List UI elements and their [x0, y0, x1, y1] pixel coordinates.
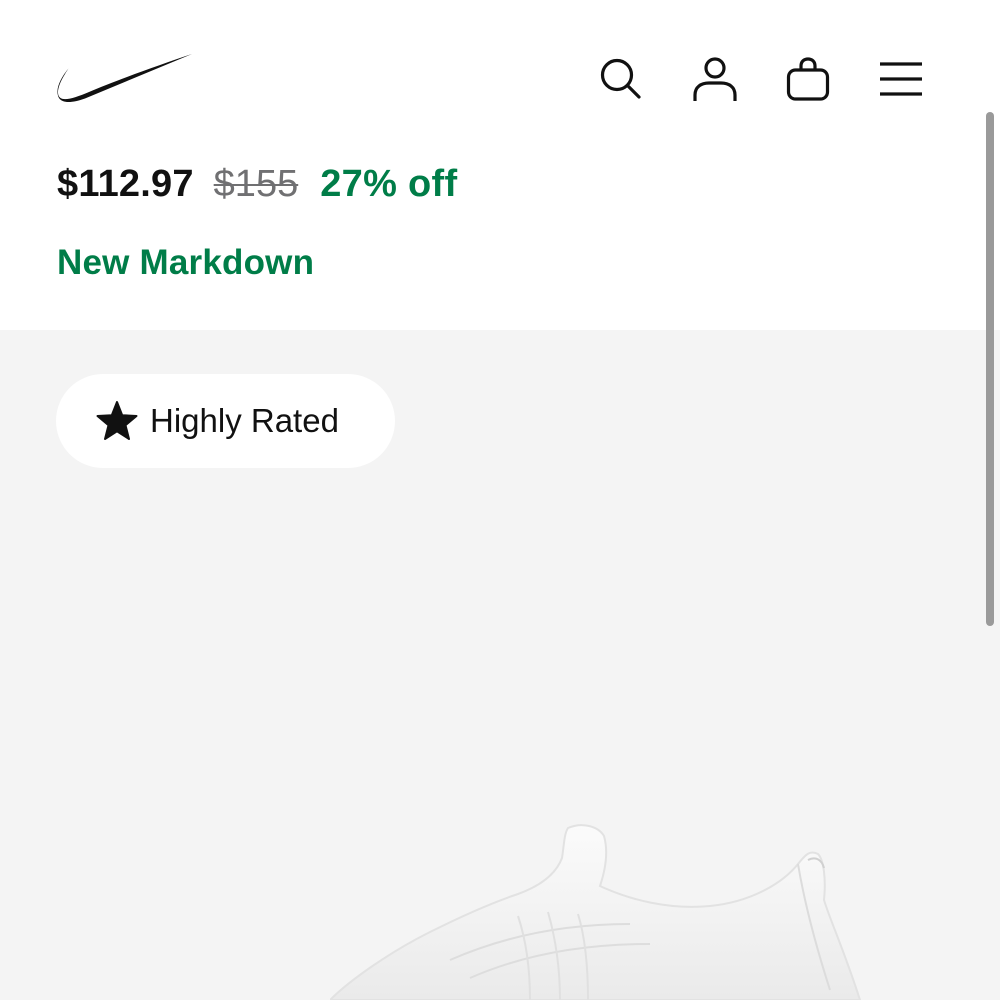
menu-button[interactable] — [874, 52, 928, 106]
original-price: $155 — [213, 163, 299, 205]
swoosh-icon — [57, 54, 193, 102]
search-button[interactable] — [594, 52, 648, 106]
bag-icon — [786, 57, 830, 101]
hamburger-menu-icon — [880, 62, 922, 96]
account-button[interactable] — [688, 52, 742, 106]
highly-rated-badge: Highly Rated — [56, 374, 395, 468]
product-page: $112.97 $155 27% off New Markdown Highly… — [0, 0, 1000, 1000]
person-icon — [693, 57, 737, 101]
site-header — [0, 0, 1000, 150]
product-image-gallery[interactable]: Highly Rated — [0, 330, 1000, 1000]
bag-button[interactable] — [781, 52, 835, 106]
current-price: $112.97 — [57, 163, 194, 205]
search-icon — [600, 58, 641, 99]
discount-label: 27% off — [320, 163, 458, 205]
shoe-image — [330, 824, 862, 1000]
markdown-label: New Markdown — [57, 243, 315, 282]
badge-label: Highly Rated — [150, 402, 339, 439]
price-row: $112.97 $155 27% off — [57, 163, 457, 209]
nike-logo[interactable] — [56, 52, 194, 104]
page-scrollbar[interactable] — [986, 112, 994, 626]
star-icon — [96, 400, 138, 442]
